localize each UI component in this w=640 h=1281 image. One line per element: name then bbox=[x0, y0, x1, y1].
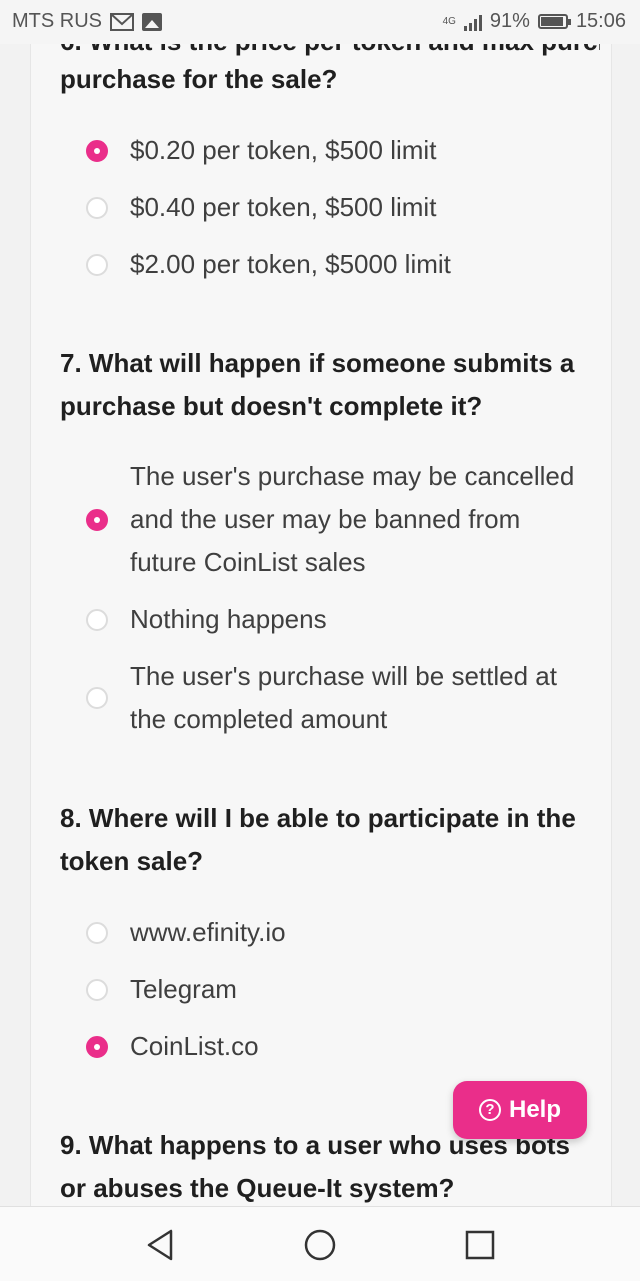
radio-unselected[interactable] bbox=[86, 978, 108, 1001]
status-bar: MTS RUS 4G 91% 15:06 bbox=[0, 0, 640, 44]
recents-icon bbox=[465, 1230, 495, 1260]
battery-percent: 91% bbox=[489, 10, 530, 32]
option-label: Nothing happens bbox=[130, 604, 327, 634]
recents-button[interactable] bbox=[460, 1225, 500, 1265]
help-button[interactable]: ? Help bbox=[453, 1081, 587, 1139]
radio-selected[interactable] bbox=[86, 1035, 108, 1058]
mail-icon bbox=[110, 12, 134, 31]
question-7-option-3[interactable]: The user's purchase will be settled at t… bbox=[86, 655, 586, 741]
carrier-label: MTS RUS bbox=[12, 10, 102, 32]
question-8-title: 8. Where will I be able to participate i… bbox=[60, 803, 576, 876]
question-circle-icon: ? bbox=[478, 1099, 501, 1121]
back-icon bbox=[147, 1229, 173, 1261]
image-icon bbox=[142, 12, 162, 31]
radio-unselected[interactable] bbox=[86, 921, 108, 944]
clock: 15:06 bbox=[575, 10, 626, 32]
option-label: The user's purchase may be cancelled and… bbox=[130, 461, 575, 577]
radio-selected[interactable] bbox=[86, 139, 108, 162]
option-label: www.efinity.io bbox=[130, 917, 286, 947]
option-label: The user's purchase will be settled at t… bbox=[130, 661, 557, 734]
back-button[interactable] bbox=[140, 1225, 180, 1265]
question-7-option-2[interactable]: Nothing happens bbox=[86, 598, 586, 641]
signal-icon bbox=[463, 13, 482, 31]
question-8-option-1[interactable]: www.efinity.io bbox=[86, 911, 586, 954]
question-6-option-2[interactable]: $0.40 per token, $500 limit bbox=[86, 186, 586, 229]
option-label: $0.20 per token, $500 limit bbox=[130, 135, 437, 165]
option-label: Telegram bbox=[130, 974, 237, 1004]
question-8-option-2[interactable]: Telegram bbox=[86, 968, 586, 1011]
radio-unselected[interactable] bbox=[86, 687, 108, 709]
network-label: 4G bbox=[442, 15, 456, 27]
battery-icon bbox=[537, 14, 571, 29]
radio-unselected[interactable] bbox=[86, 608, 108, 631]
navigation-bar bbox=[0, 1206, 640, 1281]
question-6-option-3[interactable]: $2.00 per token, $5000 limit bbox=[86, 243, 586, 286]
question-6-title-line: purchase for the sale? bbox=[60, 64, 338, 94]
question-7-option-1[interactable]: The user's purchase may be cancelled and… bbox=[86, 455, 586, 584]
radio-unselected[interactable] bbox=[86, 196, 108, 219]
question-8-option-3[interactable]: CoinList.co bbox=[86, 1025, 586, 1068]
help-button-label: Help bbox=[508, 1096, 561, 1123]
option-label: CoinList.co bbox=[130, 1031, 259, 1061]
home-icon bbox=[304, 1229, 336, 1261]
question-6-option-1[interactable]: $0.20 per token, $500 limit bbox=[86, 129, 586, 172]
home-button[interactable] bbox=[300, 1225, 340, 1265]
option-label: $0.40 per token, $500 limit bbox=[130, 192, 437, 222]
question-7-title: 7. What will happen if someone submits a… bbox=[60, 348, 575, 421]
radio-selected[interactable] bbox=[86, 508, 108, 531]
option-label: $2.00 per token, $5000 limit bbox=[130, 249, 451, 279]
quiz-content[interactable]: 6. What is the price per token and max p… bbox=[30, 44, 612, 1206]
radio-unselected[interactable] bbox=[86, 253, 108, 276]
